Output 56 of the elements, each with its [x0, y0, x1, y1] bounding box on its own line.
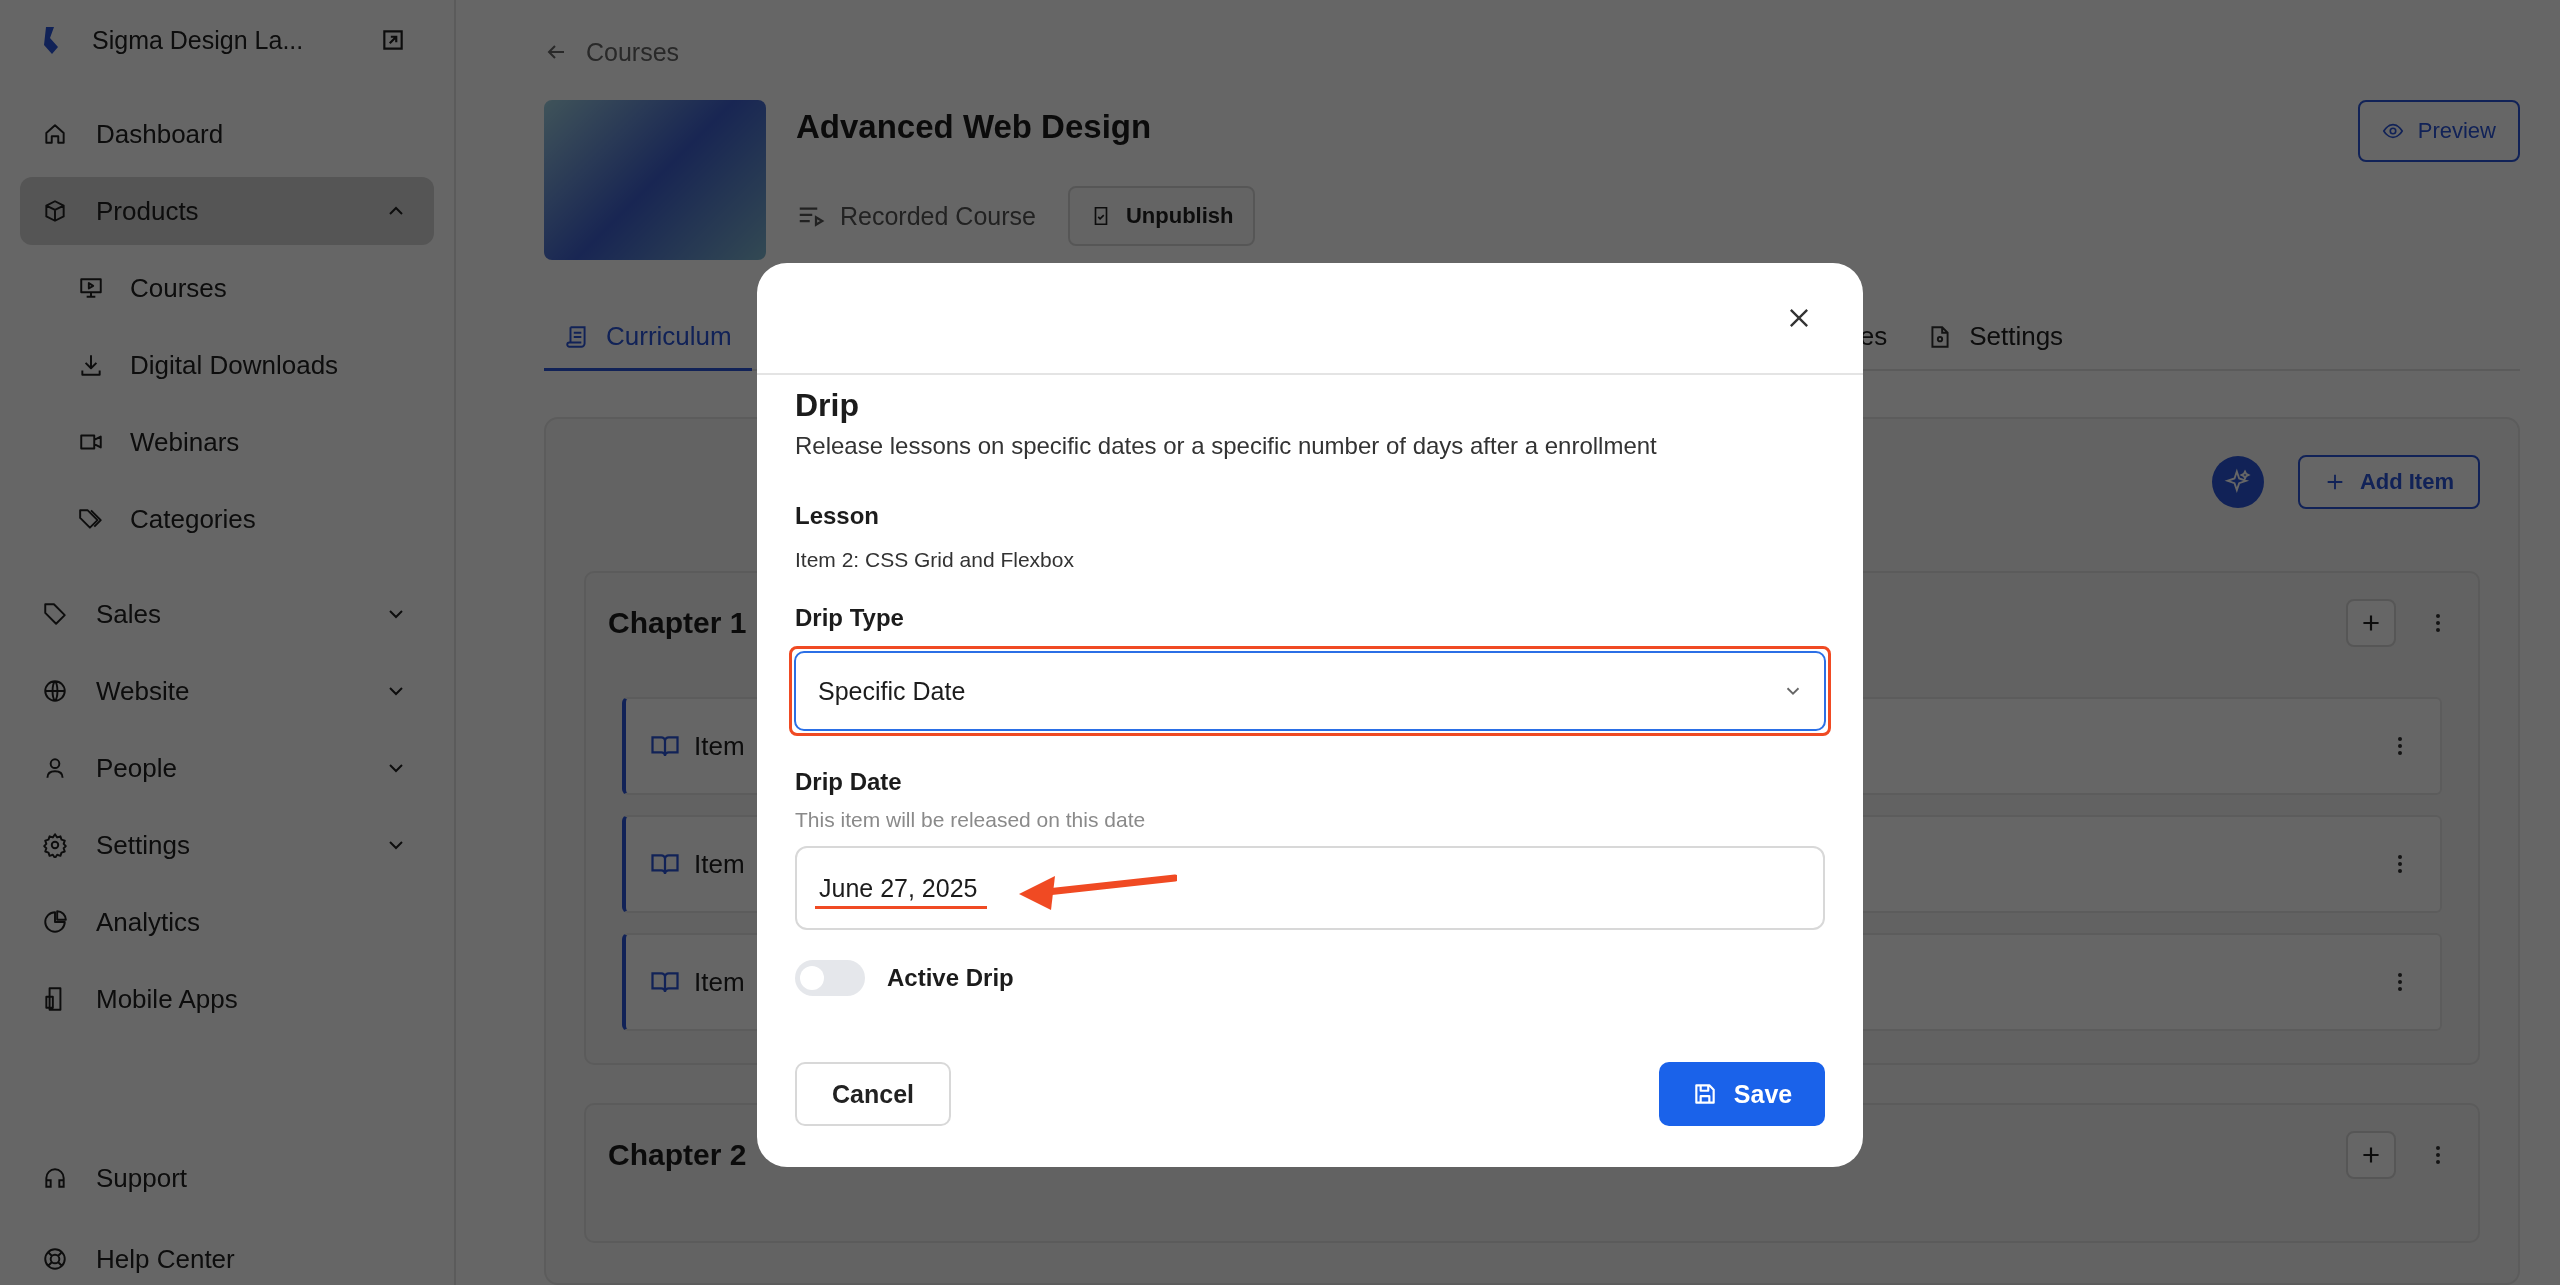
dialog-title: Drip — [795, 387, 860, 424]
drip-date-field[interactable]: June 27, 2025 — [795, 846, 1825, 930]
tags-icon — [78, 506, 104, 532]
sidebar-subitem[interactable]: Digital Downloads — [20, 331, 434, 399]
preview-button[interactable]: Preview — [2357, 100, 2520, 162]
lesson-title: Item — [694, 730, 745, 762]
add-lesson-button[interactable] — [2346, 1131, 2396, 1179]
toggle-switch[interactable] — [795, 960, 865, 996]
tab[interactable]: Settings — [1907, 305, 2084, 371]
headset-icon — [42, 1165, 68, 1191]
sidebar-item[interactable]: Sales — [20, 580, 434, 648]
chapter-title: Chapter 2 — [608, 1138, 747, 1172]
dialog-description: Release lessons on specific dates or a specific number of days after a enrollment — [795, 432, 1658, 460]
lesson-title: Item — [694, 966, 745, 998]
globe-icon — [42, 678, 68, 704]
workspace-name[interactable]: Sigma Design La... — [92, 25, 304, 55]
download-icon — [78, 352, 104, 378]
home-icon — [42, 121, 68, 147]
tag-icon — [42, 601, 68, 627]
monitor-icon — [78, 275, 104, 301]
breadcrumb-link[interactable]: Courses — [586, 37, 680, 67]
sidebar-item[interactable]: Website — [20, 657, 434, 725]
drip-date-hint: This item will be released on this date — [795, 808, 1147, 832]
sidebar-item[interactable]: People — [20, 734, 434, 802]
gear-icon — [42, 832, 68, 858]
sidebar-item[interactable]: Dashboard — [20, 100, 434, 168]
pie-chart-icon — [42, 909, 68, 935]
sparkle-button[interactable] — [2211, 456, 2264, 508]
sidebar-item[interactable]: Products — [20, 177, 434, 245]
drip-type-select[interactable]: Specific Date — [794, 651, 1826, 731]
external-link-icon[interactable] — [380, 27, 406, 53]
sidebar-subitem[interactable]: Webinars — [20, 408, 434, 476]
sidebar-item[interactable]: Analytics — [20, 888, 434, 956]
chapter-title: Chapter 1 — [608, 606, 747, 640]
lifebuoy-icon — [42, 1246, 68, 1272]
lesson-label: Lesson — [795, 502, 881, 530]
lesson-name: Item 2: CSS Grid and Flexbox — [795, 548, 1075, 572]
sidebar-item[interactable]: Help Center — [20, 1234, 434, 1284]
sidebar-item[interactable]: Settings — [20, 811, 434, 879]
add-item-button[interactable]: Add Item — [2297, 455, 2480, 509]
unpublish-button[interactable]: Unpublish — [1067, 186, 1256, 246]
tab[interactable]: Curriculum — [544, 305, 752, 371]
save-button[interactable]: Save — [1659, 1062, 1825, 1126]
add-lesson-button[interactable] — [2346, 599, 2396, 647]
sidebar-item[interactable]: Mobile Apps — [20, 965, 434, 1033]
lesson-title: Item — [694, 848, 745, 880]
drip-type-label: Drip Type — [795, 604, 905, 632]
cancel-button[interactable]: Cancel — [795, 1062, 951, 1126]
sidebar-subitem[interactable]: Categories — [20, 485, 434, 553]
toggle-label: Active Drip — [887, 964, 1014, 992]
sidebar-subitem[interactable]: Courses — [20, 254, 434, 322]
box-icon — [42, 198, 68, 224]
drip-date-label: Drip Date — [795, 768, 903, 796]
sidebar-item[interactable]: Support — [20, 1153, 434, 1203]
course-title: Advanced Web Design — [796, 108, 1153, 146]
course-type: Recorded Course — [840, 201, 1036, 231]
